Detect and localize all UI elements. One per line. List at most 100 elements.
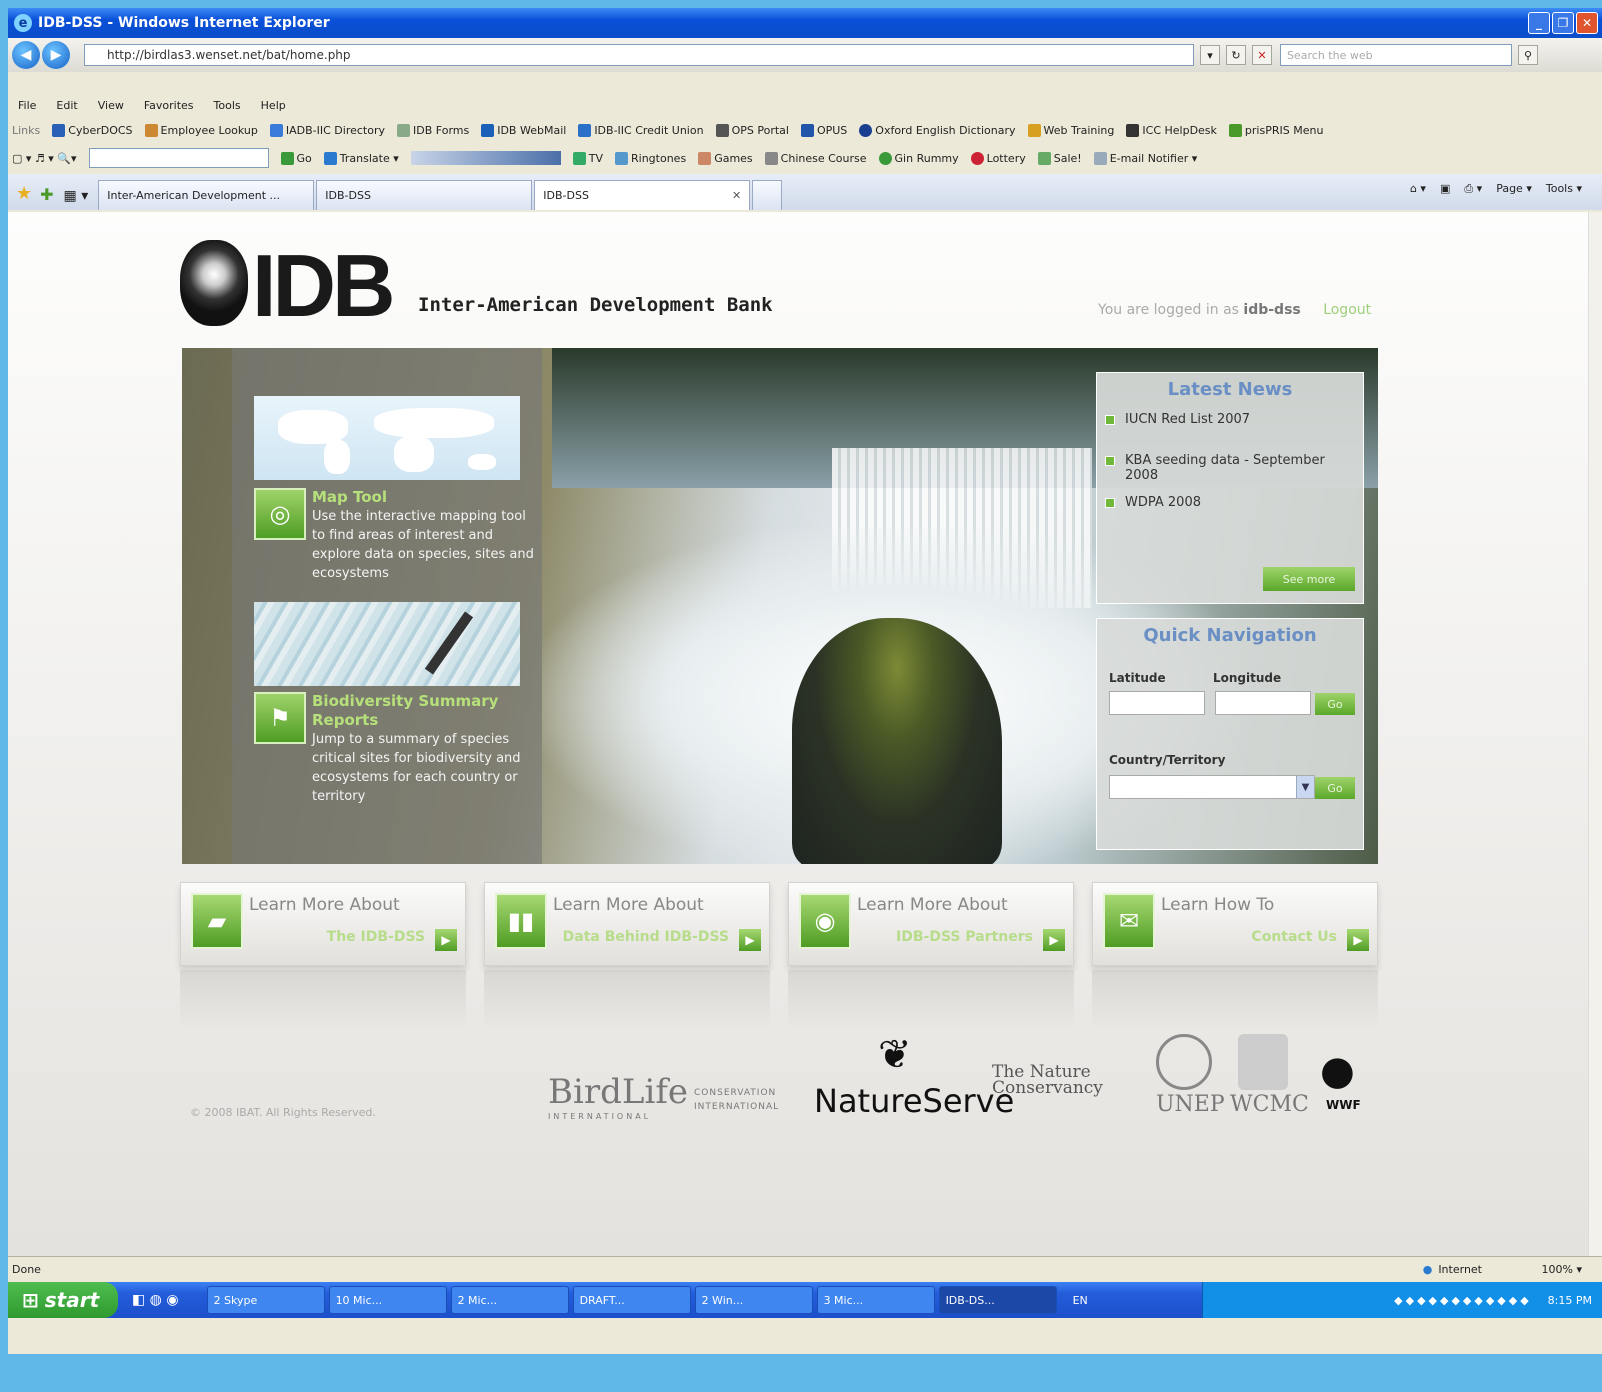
map-tool-feature[interactable]: ◎ Map Tool Use the interactive mapping t… <box>254 488 534 583</box>
link-item[interactable]: prisPRIS Menu <box>1228 123 1323 137</box>
see-more-button[interactable]: See more <box>1263 567 1355 591</box>
language-indicator[interactable]: EN <box>1073 1294 1088 1307</box>
tray-icons[interactable]: ◆◆◆◆◆◆◆◆◆◆◆◆ <box>1394 1294 1532 1307</box>
card-learn-idb-dss[interactable]: ▰ Learn More About The IDB-DSS ▶ <box>180 882 466 966</box>
new-tab-button[interactable] <box>752 180 783 210</box>
task-button[interactable]: 2 Mic... <box>450 1286 569 1314</box>
stop-icon[interactable]: ✕ <box>1252 45 1272 65</box>
add-favorites-icon[interactable]: ✚ <box>40 185 53 204</box>
menu-help[interactable]: Help <box>261 99 286 112</box>
go-button[interactable]: Go <box>280 151 312 165</box>
tab-idb-dss[interactable]: IDB-DSS <box>316 180 533 210</box>
menu-favorites[interactable]: Favorites <box>144 99 194 112</box>
toolbar-icons[interactable]: ▢ ▾ ♬ ▾ 🔍▾ <box>12 152 77 165</box>
natureserve-logo[interactable]: NatureServe <box>814 1082 1014 1120</box>
translate-button[interactable]: Translate ▾ <box>323 151 399 165</box>
task-button[interactable]: 3 Mic... <box>816 1286 935 1314</box>
close-button[interactable]: ✕ <box>1576 12 1598 34</box>
task-button[interactable]: 10 Mic... <box>328 1286 447 1314</box>
idb-logo[interactable]: IDB <box>180 240 396 330</box>
quick-tabs-icon[interactable]: ▦ ▾ <box>64 188 89 204</box>
menu-view[interactable]: View <box>98 99 124 112</box>
country-select[interactable]: ▼ <box>1109 775 1315 799</box>
page-menu[interactable]: Page ▾ <box>1496 182 1532 196</box>
task-button[interactable]: 2 Skype <box>206 1286 325 1314</box>
toolbar-search-input[interactable] <box>88 148 269 168</box>
nature-conservancy-logo[interactable]: The Nature Conservancy <box>992 1064 1103 1097</box>
home-icon[interactable]: ⌂ ▾ <box>1410 182 1426 196</box>
country-go-button[interactable]: Go <box>1315 777 1355 799</box>
task-button[interactable]: DRAFT... <box>572 1286 691 1314</box>
logout-link[interactable]: Logout <box>1323 302 1371 318</box>
card-contact-us[interactable]: ✉ Learn How To Contact Us ▶ <box>1092 882 1378 966</box>
conservation-international-logo[interactable]: CONSERVATION <box>694 1088 776 1098</box>
summary-reports-feature[interactable]: ⚑ Biodiversity Summary Reports Jump to a… <box>254 692 534 806</box>
link-item[interactable]: Oxford English Dictionary <box>859 123 1016 137</box>
menu-edit[interactable]: Edit <box>56 99 77 112</box>
link-item[interactable]: IDB Forms <box>397 123 469 137</box>
arrow-right-icon[interactable]: ▶ <box>1043 929 1065 951</box>
arrow-right-icon[interactable]: ▶ <box>1347 929 1369 951</box>
card-learn-data[interactable]: ▮▮ Learn More About Data Behind IDB-DSS … <box>484 882 770 966</box>
email-notifier-button[interactable]: E-mail Notifier ▾ <box>1093 151 1197 165</box>
unep-logo[interactable]: UNEP <box>1156 1092 1225 1117</box>
favorites-star-icon[interactable]: ★ <box>16 183 32 204</box>
refresh-icon[interactable]: ↻ <box>1226 45 1246 65</box>
print-icon[interactable]: ⎙ ▾ <box>1464 182 1482 196</box>
close-tab-icon[interactable]: ✕ <box>732 189 741 202</box>
news-item[interactable]: IUCN Red List 2007 <box>1097 412 1337 427</box>
birdlife-logo[interactable]: BirdLife <box>548 1072 688 1112</box>
link-item[interactable]: Employee Lookup <box>144 123 258 137</box>
vertical-scrollbar[interactable] <box>1588 212 1602 1256</box>
tab-inter-american[interactable]: Inter-American Development ... <box>98 180 315 210</box>
feeds-icon[interactable]: ▣ <box>1440 182 1450 196</box>
search-icon[interactable]: ⚲ <box>1518 45 1538 65</box>
toolbar-slider[interactable] <box>410 151 561 165</box>
tab-idb-dss-active[interactable]: IDB-DSS ✕ <box>534 180 751 210</box>
wwf-logo[interactable]: WWF <box>1326 1098 1361 1112</box>
url-input[interactable]: http://birdlas3.wenset.net/bat/home.php <box>84 44 1194 66</box>
task-button-active[interactable]: IDB-DS... <box>938 1286 1057 1314</box>
back-button[interactable]: ◀ <box>12 41 40 69</box>
search-input[interactable]: Search the web <box>1280 44 1512 66</box>
news-item[interactable]: KBA seeding data - September 2008 <box>1097 453 1337 483</box>
menu-file[interactable]: File <box>18 99 36 112</box>
feature-title[interactable]: Biodiversity Summary Reports <box>312 692 534 730</box>
tools-menu[interactable]: Tools ▾ <box>1546 182 1582 196</box>
maximize-button[interactable]: ❐ <box>1552 12 1574 34</box>
lottery-button[interactable]: Lottery <box>970 151 1026 165</box>
quick-launch-icons[interactable]: ◧ ◍ ◉ <box>132 1292 179 1308</box>
coord-go-button[interactable]: Go <box>1315 693 1355 715</box>
start-button[interactable]: ⊞ start <box>8 1282 118 1318</box>
link-item[interactable]: OPS Portal <box>715 123 789 137</box>
forward-button[interactable]: ▶ <box>42 41 70 69</box>
link-item[interactable]: Web Training <box>1027 123 1114 137</box>
games-button[interactable]: Games <box>698 151 753 165</box>
feature-title[interactable]: Map Tool <box>312 488 534 507</box>
world-map-thumbnail[interactable] <box>254 396 520 480</box>
wcmc-logo[interactable]: WCMC <box>1230 1092 1309 1117</box>
ringtones-button[interactable]: Ringtones <box>615 151 686 165</box>
task-button[interactable]: 2 Win... <box>694 1286 813 1314</box>
report-thumbnail[interactable] <box>254 602 520 686</box>
card-learn-partners[interactable]: ◉ Learn More About IDB-DSS Partners ▶ <box>788 882 1074 966</box>
sale-button[interactable]: Sale! <box>1037 151 1082 165</box>
longitude-input[interactable] <box>1215 691 1311 715</box>
arrow-right-icon[interactable]: ▶ <box>435 929 457 951</box>
link-item[interactable]: IADB-IIC Directory <box>269 123 385 137</box>
link-item[interactable]: IDB-IIC Credit Union <box>578 123 704 137</box>
news-item[interactable]: WDPA 2008 <box>1097 495 1337 510</box>
chinese-course-button[interactable]: Chinese Course <box>764 151 867 165</box>
gin-rummy-button[interactable]: Gin Rummy <box>878 151 959 165</box>
zoom-level[interactable]: 100% ▾ <box>1542 1263 1582 1276</box>
link-item[interactable]: ICC HelpDesk <box>1126 123 1217 137</box>
link-item[interactable]: IDB WebMail <box>481 123 566 137</box>
minimize-button[interactable]: _ <box>1528 12 1550 34</box>
arrow-right-icon[interactable]: ▶ <box>739 929 761 951</box>
link-item[interactable]: CyberDOCS <box>52 123 133 137</box>
tv-button[interactable]: TV <box>572 151 603 165</box>
link-item[interactable]: OPUS <box>800 123 847 137</box>
dropdown-icon[interactable]: ▾ <box>1200 45 1220 65</box>
menu-tools[interactable]: Tools <box>214 99 241 112</box>
latitude-input[interactable] <box>1109 691 1205 715</box>
